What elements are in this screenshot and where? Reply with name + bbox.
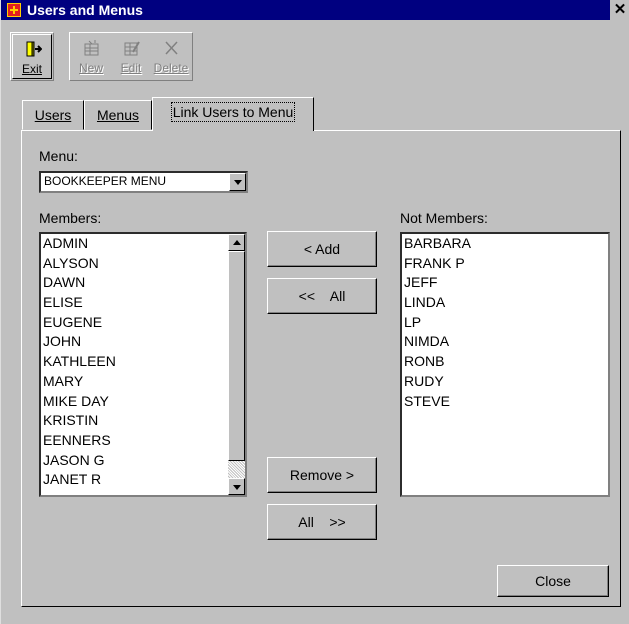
- remove-button[interactable]: Remove >: [267, 457, 377, 493]
- not-members-label: Not Members:: [400, 210, 488, 226]
- menu-dropdown-button[interactable]: [229, 173, 246, 191]
- members-items: ADMIN ALYSON DAWN ELISE EUGENE JOHN KATHLEEN MA…: [41, 234, 245, 490]
- toolbar-group-records: New Edit Delete: [69, 32, 193, 81]
- list-item[interactable]: EUGENE: [41, 313, 245, 333]
- toolbar-group-exit: Exit: [10, 32, 54, 81]
- delete-button[interactable]: Delete: [151, 34, 191, 79]
- add-button-label: < Add: [303, 241, 341, 257]
- not-members-items: BARBARA FRANK P JEFF LINDA LP NIMDA RONB RUDY ST…: [402, 234, 608, 411]
- remove-all-button[interactable]: All >>: [267, 504, 377, 540]
- delete-x-icon: [165, 41, 178, 55]
- scroll-track[interactable]: [228, 461, 245, 478]
- window-title: Users and Menus: [27, 2, 143, 18]
- tab-users[interactable]: Users: [22, 100, 84, 130]
- list-item[interactable]: KRISTIN: [41, 411, 245, 431]
- list-item[interactable]: MIKE DAY: [41, 392, 245, 412]
- app-grid-icon: [7, 3, 21, 17]
- edit-button[interactable]: Edit: [111, 34, 151, 79]
- edit-record-icon: [124, 41, 140, 56]
- delete-label: Delete: [153, 61, 189, 75]
- chevron-up-icon: [233, 240, 241, 245]
- list-item[interactable]: RUDY: [402, 372, 608, 392]
- members-list[interactable]: ADMIN ALYSON DAWN ELISE EUGENE JOHN KATHLEEN MA…: [39, 232, 247, 497]
- list-item[interactable]: JOHN: [41, 332, 245, 352]
- tab-menus[interactable]: Menus: [84, 100, 152, 130]
- tab-users-label: Users: [34, 107, 72, 123]
- not-members-list[interactable]: BARBARA FRANK P JEFF LINDA LP NIMDA RONB RUDY ST…: [400, 232, 610, 497]
- tab-menus-label: Menus: [96, 107, 140, 123]
- tab-link-users-to-menu-label: Link Users to Menu: [170, 102, 296, 122]
- list-item[interactable]: JASON G: [41, 451, 245, 471]
- add-button[interactable]: < Add: [267, 231, 377, 267]
- list-item[interactable]: BARBARA: [402, 234, 608, 254]
- link-users-panel: Menu: BOOKKEEPER MENU Members: ADMIN ALYS…: [21, 130, 621, 607]
- remove-button-label: Remove >: [289, 467, 355, 483]
- menu-select[interactable]: BOOKKEEPER MENU: [39, 171, 248, 193]
- remove-all-button-label: All >>: [298, 514, 346, 530]
- list-item[interactable]: STEVE: [402, 392, 608, 412]
- members-label: Members:: [39, 210, 102, 226]
- list-item[interactable]: ALYSON: [41, 254, 245, 274]
- scroll-up-button[interactable]: [228, 234, 245, 251]
- tab-link-users-to-menu[interactable]: Link Users to Menu: [152, 97, 314, 131]
- members-scrollbar[interactable]: [228, 234, 245, 495]
- scroll-thumb[interactable]: [228, 251, 245, 461]
- list-item[interactable]: JANET R: [41, 470, 245, 490]
- users-and-menus-window: Users and Menus ✕ Exit New Edit Delete U…: [0, 0, 629, 624]
- exit-door-icon: [26, 41, 42, 57]
- list-item[interactable]: ADMIN: [41, 234, 245, 254]
- new-label: New: [78, 61, 103, 75]
- list-item[interactable]: FRANK P: [402, 254, 608, 274]
- list-item[interactable]: KATHLEEN: [41, 352, 245, 372]
- list-item[interactable]: LP: [402, 313, 608, 333]
- list-item[interactable]: NIMDA: [402, 332, 608, 352]
- close-button[interactable]: Close: [497, 565, 609, 597]
- list-item[interactable]: MARY: [41, 372, 245, 392]
- menu-label: Menu:: [39, 148, 78, 164]
- list-item[interactable]: LINDA: [402, 293, 608, 313]
- close-button-label: Close: [535, 573, 571, 589]
- list-item[interactable]: EENNERS: [41, 431, 245, 451]
- chevron-down-icon: [233, 485, 241, 490]
- list-item[interactable]: ELISE: [41, 293, 245, 313]
- close-window-icon[interactable]: ✕: [610, 0, 629, 20]
- menu-select-value: BOOKKEEPER MENU: [44, 174, 167, 188]
- list-item[interactable]: JEFF: [402, 273, 608, 293]
- add-all-button-label: << All: [298, 288, 346, 304]
- title-bar: Users and Menus ✕: [1, 0, 629, 20]
- new-record-icon: [84, 40, 99, 56]
- exit-button[interactable]: Exit: [12, 34, 52, 79]
- list-item[interactable]: DAWN: [41, 273, 245, 293]
- add-all-button[interactable]: << All: [267, 278, 377, 314]
- scroll-down-button[interactable]: [228, 478, 245, 495]
- toolbar: Exit New Edit Delete: [1, 21, 629, 83]
- new-button[interactable]: New: [71, 34, 111, 79]
- chevron-down-icon: [234, 180, 242, 185]
- exit-label: Exit: [21, 62, 42, 76]
- list-item[interactable]: RONB: [402, 352, 608, 372]
- edit-label: Edit: [120, 61, 142, 75]
